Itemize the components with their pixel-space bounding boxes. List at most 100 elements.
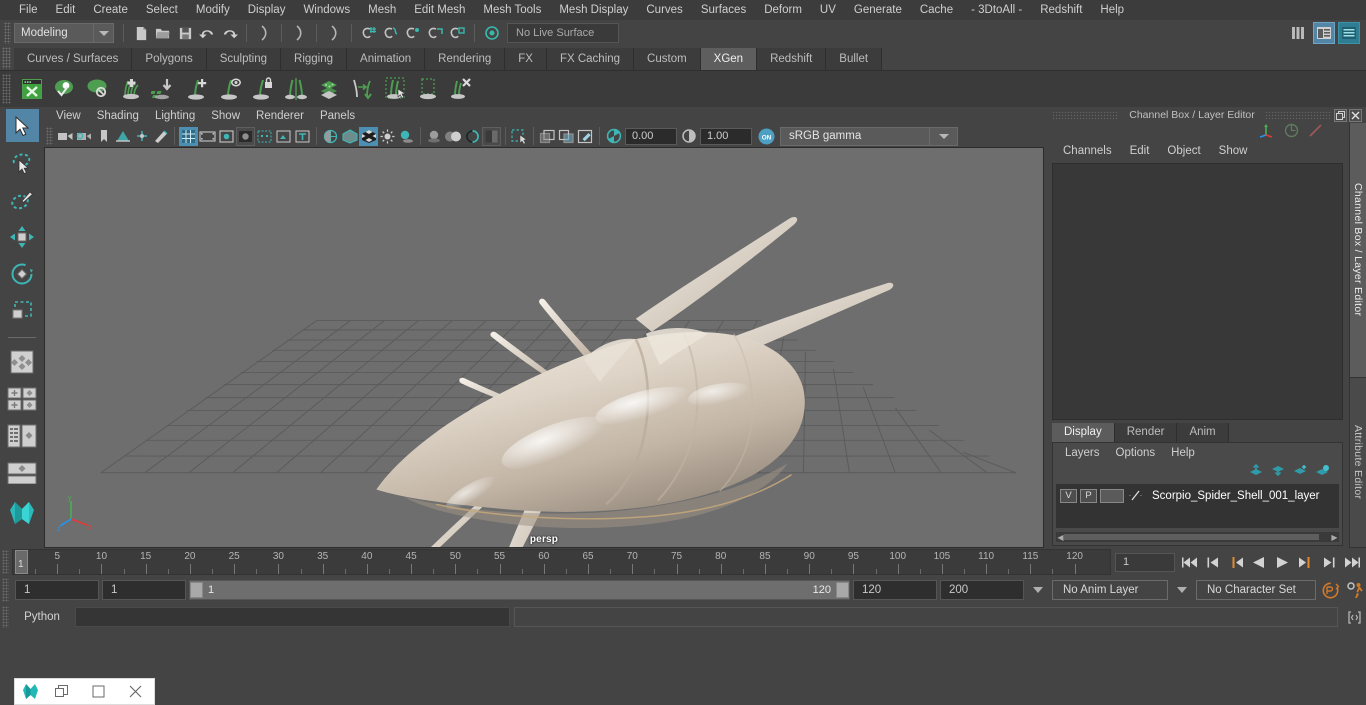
- grease-pencil-icon[interactable]: [151, 127, 170, 146]
- layer-list[interactable]: V P Scorpio_Spider_Shell_001_layer: [1056, 484, 1339, 528]
- play-forwards-icon[interactable]: [1273, 553, 1291, 571]
- live-surface-field[interactable]: No Live Surface: [507, 23, 619, 43]
- go-to-start-icon[interactable]: [1181, 553, 1199, 571]
- layer-display-type-toggle[interactable]: [1100, 488, 1124, 503]
- paint-select-tool-button[interactable]: [6, 183, 39, 216]
- snap-to-point-icon[interactable]: [402, 22, 424, 44]
- menu-redshift[interactable]: Redshift: [1031, 2, 1091, 18]
- motion-blur-icon[interactable]: [444, 127, 463, 146]
- toggle-channel-box-icon[interactable]: [1338, 22, 1360, 44]
- animation-preferences-icon[interactable]: [1344, 579, 1366, 601]
- layer-tab-anim[interactable]: Anim: [1177, 423, 1229, 442]
- channelbox-menu-edit[interactable]: Edit: [1121, 143, 1159, 159]
- menu-edit[interactable]: Edit: [47, 2, 85, 18]
- new-scene-icon[interactable]: [130, 22, 152, 44]
- shelf-icon-grip[interactable]: [2, 74, 11, 104]
- menu-3dtoall[interactable]: - 3DtoAll -: [962, 2, 1031, 18]
- maximize-window-icon[interactable]: [80, 685, 117, 698]
- layers-menu-options[interactable]: Options: [1108, 445, 1164, 461]
- gamma-icon[interactable]: [679, 127, 698, 146]
- color-profile-field[interactable]: sRGB gamma: [780, 126, 930, 146]
- restore-window-icon[interactable]: [43, 685, 80, 698]
- restore-icon[interactable]: [1334, 108, 1347, 122]
- shelf-tab-rigging[interactable]: Rigging: [281, 48, 348, 70]
- character-set-dropdown-icon[interactable]: [1171, 580, 1193, 600]
- layers-menu-layers[interactable]: Layers: [1057, 445, 1108, 461]
- bookmark-icon[interactable]: [94, 127, 113, 146]
- channelbox-menu-show[interactable]: Show: [1210, 143, 1257, 159]
- move-tool-button[interactable]: [6, 220, 39, 253]
- snap-to-curve-icon[interactable]: [380, 22, 402, 44]
- command-language-label[interactable]: Python: [13, 611, 71, 623]
- xgen-import-collection-icon[interactable]: [147, 73, 180, 106]
- range-start-field[interactable]: 1: [102, 580, 186, 600]
- viewport-menu-shading[interactable]: Shading: [89, 109, 147, 123]
- animation-start-field[interactable]: 1: [15, 580, 99, 600]
- menu-mesh[interactable]: Mesh: [359, 2, 405, 18]
- range-slider-left-handle[interactable]: [190, 582, 203, 598]
- range-end-field[interactable]: 120: [853, 580, 937, 600]
- viewport-menu-show[interactable]: Show: [203, 109, 248, 123]
- command-line-grip[interactable]: [2, 606, 9, 628]
- play-backwards-icon[interactable]: [1250, 553, 1268, 571]
- xray-active-components-icon[interactable]: [576, 127, 595, 146]
- layer-row[interactable]: V P Scorpio_Spider_Shell_001_layer: [1056, 487, 1339, 504]
- close-icon[interactable]: [1349, 108, 1362, 122]
- menu-create[interactable]: Create: [84, 2, 137, 18]
- shelf-tab-custom[interactable]: Custom: [634, 48, 701, 70]
- menu-select[interactable]: Select: [137, 2, 187, 18]
- color-management-toggle[interactable]: ON: [757, 127, 776, 146]
- menu-edit-mesh[interactable]: Edit Mesh: [405, 2, 474, 18]
- layer-playback-toggle[interactable]: P: [1080, 488, 1097, 503]
- character-set-field[interactable]: No Character Set: [1196, 580, 1316, 600]
- side-tab-channel-box[interactable]: Channel Box / Layer Editor: [1350, 123, 1366, 378]
- select-camera-icon[interactable]: [56, 127, 75, 146]
- range-slider[interactable]: 1 120: [189, 580, 850, 600]
- isolate-select-icon[interactable]: [510, 127, 529, 146]
- new-layer-icon[interactable]: [1315, 464, 1330, 480]
- gamma-field[interactable]: 1.00: [700, 127, 752, 145]
- xgen-freeze-icon[interactable]: [246, 73, 279, 106]
- script-editor-icon[interactable]: [1342, 610, 1366, 625]
- side-tab-attribute-editor[interactable]: Attribute Editor: [1350, 377, 1366, 548]
- snap-to-projected-center-icon[interactable]: [424, 22, 446, 44]
- image-plane-icon[interactable]: [113, 127, 132, 146]
- axis-display-icon[interactable]: [1258, 123, 1275, 141]
- anim-layer-field[interactable]: No Anim Layer: [1052, 580, 1168, 600]
- shelf-tab-redshift[interactable]: Redshift: [757, 48, 827, 70]
- xgen-add-groom-icon[interactable]: [180, 73, 213, 106]
- layer-list-scrollbar[interactable]: ◀ ▶: [1056, 532, 1339, 542]
- menu-windows[interactable]: Windows: [294, 2, 359, 18]
- shelf-tab-fx-caching[interactable]: FX Caching: [546, 48, 635, 70]
- xgen-preview-on-icon[interactable]: [48, 73, 81, 106]
- smooth-shade-all-icon[interactable]: [340, 127, 359, 146]
- range-bar-grip[interactable]: [2, 578, 9, 602]
- menu-deform[interactable]: Deform: [755, 2, 811, 18]
- snap-to-view-plane-icon[interactable]: [446, 22, 468, 44]
- menu-set-selector[interactable]: Modeling: [14, 23, 114, 43]
- use-all-lights-icon[interactable]: [378, 127, 397, 146]
- menu-file[interactable]: File: [10, 2, 47, 18]
- open-scene-icon[interactable]: [152, 22, 174, 44]
- exposure-icon[interactable]: [604, 127, 623, 146]
- chevron-down-icon[interactable]: [93, 24, 113, 42]
- menu-surfaces[interactable]: Surfaces: [692, 2, 755, 18]
- viewport-menu-view[interactable]: View: [48, 109, 89, 123]
- xgen-density-icon[interactable]: [312, 73, 345, 106]
- toggle-attribute-editor-icon[interactable]: [1288, 22, 1310, 44]
- step-back-keyframe-icon[interactable]: [1204, 553, 1222, 571]
- quick-layout-four-button[interactable]: [6, 382, 39, 415]
- xgen-clump-modifier-icon[interactable]: [345, 73, 378, 106]
- new-layer-from-selected-icon[interactable]: [1293, 464, 1308, 480]
- viewport-menu-lighting[interactable]: Lighting: [147, 109, 203, 123]
- wireframe-icon[interactable]: [321, 127, 340, 146]
- viewport-menu-renderer[interactable]: Renderer: [248, 109, 312, 123]
- shadows-icon[interactable]: [397, 127, 416, 146]
- film-gate-icon[interactable]: [198, 127, 217, 146]
- current-frame-field[interactable]: 1: [1115, 552, 1175, 572]
- resolution-gate-icon[interactable]: [217, 127, 236, 146]
- shaded-wireframe-icon[interactable]: [359, 126, 378, 146]
- shelf-tab-bullet[interactable]: Bullet: [826, 48, 883, 70]
- range-slider-right-handle[interactable]: [836, 582, 849, 598]
- select-by-hierarchy-icon[interactable]: [253, 22, 275, 44]
